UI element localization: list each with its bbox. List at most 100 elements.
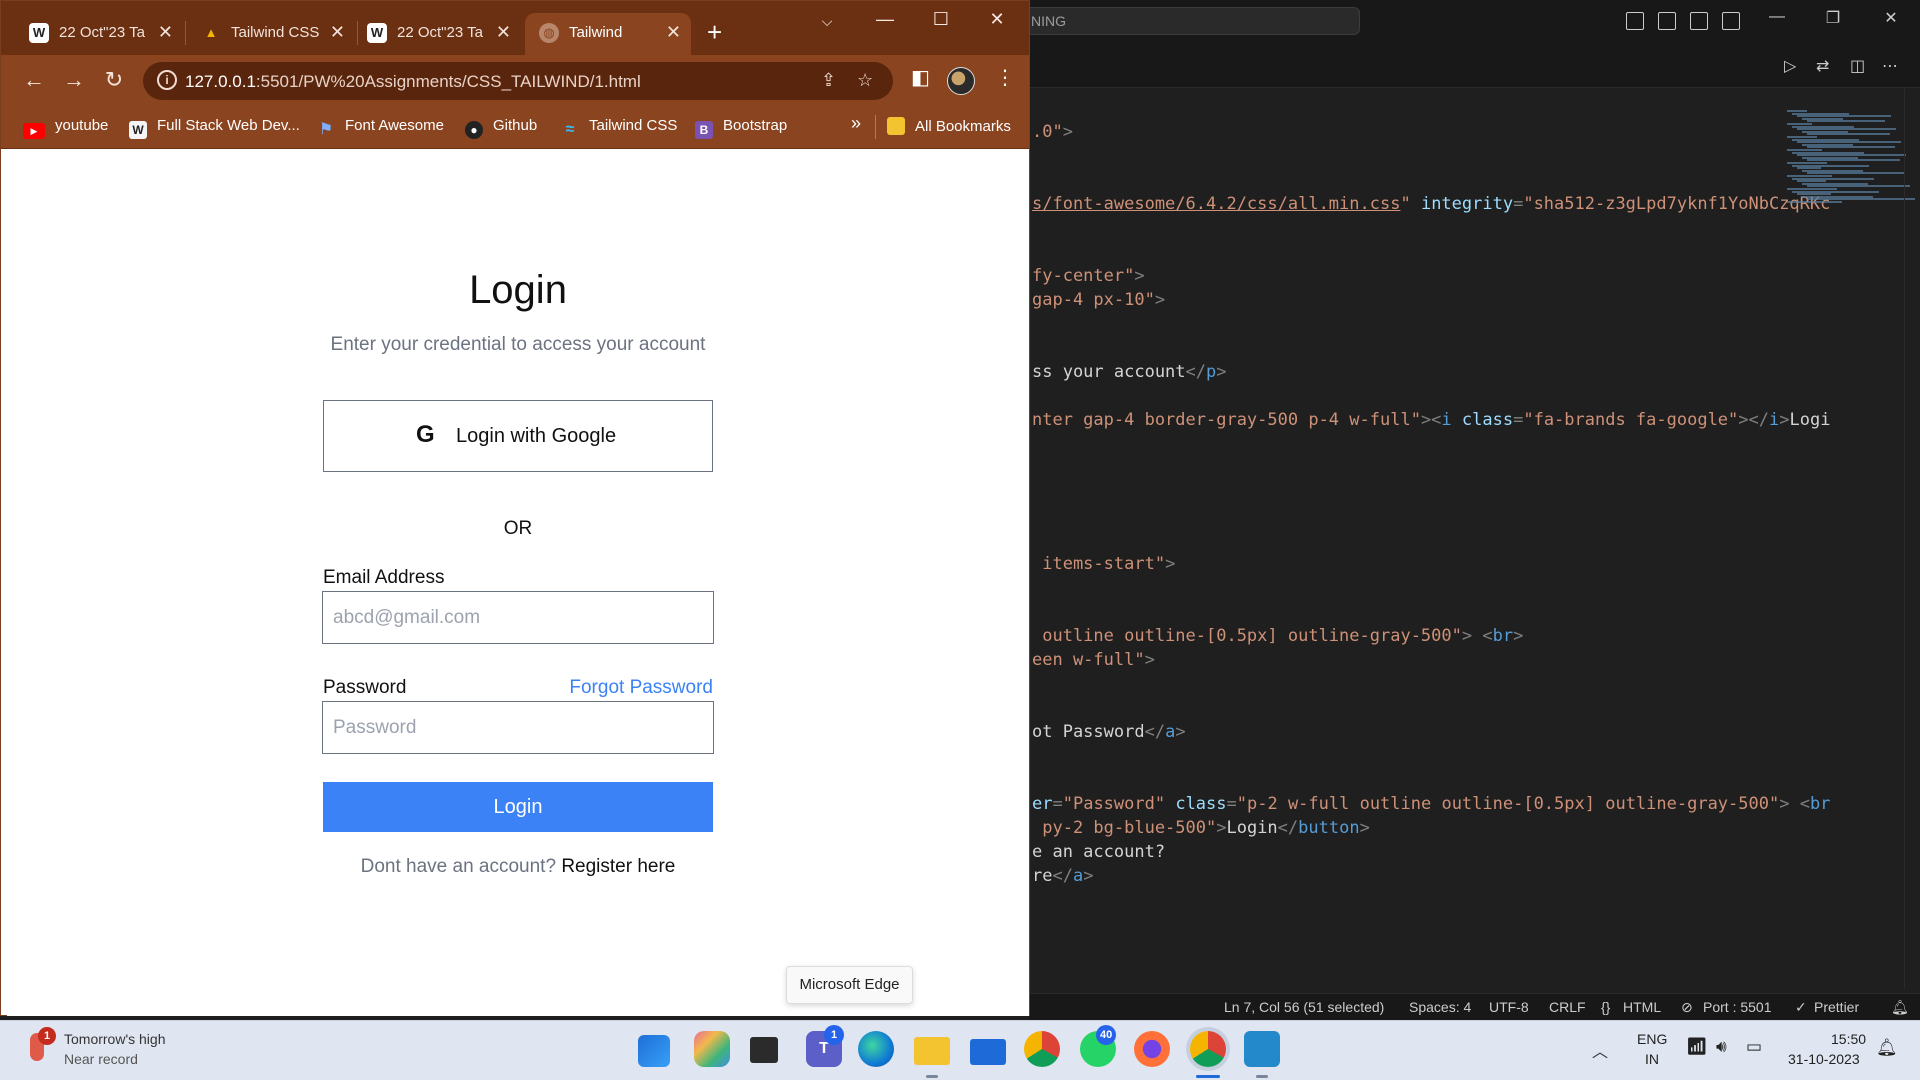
share-icon[interactable]: ⇪ [821,70,836,91]
tab-22-oct-1[interactable]: W 22 Oct"23 Ta ✕ [15,13,183,55]
notification-bell-icon[interactable]: 🔔︎ [1876,1038,1898,1058]
email-field[interactable] [322,591,714,644]
prettier-status[interactable]: Prettier [1814,999,1859,1015]
code-line[interactable]: fy-center"> [1032,266,1145,286]
weather-subtitle[interactable]: Near record [64,1051,138,1067]
bookmark-star-icon[interactable]: ☆ [857,70,873,91]
end-of-line[interactable]: CRLF [1549,999,1586,1015]
page-subtitle: Enter your credential to access your acc… [330,334,706,355]
vscode-close-icon[interactable]: ✕ [1876,8,1906,28]
bookmark-bootstrap[interactable]: B Bootstrap [695,117,787,139]
wifi-icon[interactable]: 📶︎ [1686,1037,1708,1057]
file-explorer-icon[interactable] [914,1037,950,1065]
live-server-port[interactable]: Port : 5501 [1703,999,1772,1015]
start-icon[interactable] [638,1035,670,1067]
run-icon[interactable]: ▷ [1784,56,1796,76]
code-line[interactable]: nter gap-4 border-gray-500 p-4 w-full"><… [1032,410,1830,430]
code-line[interactable]: items-start"> [1032,554,1175,574]
close-tab-icon[interactable]: ✕ [158,22,173,43]
code-line[interactable]: ot Password</a> [1032,722,1186,742]
vscode-statusbar: Ln 7, Col 56 (51 selected) Spaces: 4 UTF… [1029,993,1920,1020]
vscode-command-center[interactable]: NING [1029,7,1360,35]
language-indicator[interactable]: ENG [1637,1031,1667,1047]
back-icon[interactable]: ← [19,67,49,93]
toggle-primary-sidebar-icon[interactable] [1626,12,1644,30]
toggle-secondary-sidebar-icon[interactable] [1690,12,1708,30]
bookmark-font-awesome[interactable]: ⚑ Font Awesome [317,117,444,139]
code-line[interactable]: outline outline-[0.5px] outline-gray-500… [1032,626,1523,646]
vscode-icon[interactable] [1244,1031,1280,1067]
profile-avatar[interactable] [947,67,975,95]
register-link[interactable]: Register here [561,856,675,877]
url-text[interactable]: 127.0.0.1:5501/PW%20Assignments/CSS_TAIL… [185,72,641,92]
tab-tailwind-css[interactable]: ▲ Tailwind CSS ✕ [187,13,355,55]
close-window-icon[interactable]: ✕ [977,9,1017,30]
chrome-icon[interactable] [1024,1031,1060,1067]
maximize-icon[interactable]: ☐ [921,9,961,30]
vscode-minimize-icon[interactable]: — [1762,8,1792,26]
vscode-restore-icon[interactable]: ❐ [1818,8,1848,28]
bookmark-tailwind[interactable]: ≈ Tailwind CSS [561,117,678,139]
site-info-icon[interactable]: i [157,70,177,90]
bell-icon[interactable]: 🔔︎ [1891,999,1909,1016]
language-mode[interactable]: HTML [1623,999,1661,1015]
code-line[interactable]: s/font-awesome/6.4.2/css/all.min.css" in… [1032,194,1830,214]
battery-icon[interactable]: ▭ [1746,1037,1762,1057]
clock-time[interactable]: 15:50 [1831,1031,1866,1047]
more-bookmarks-chevron[interactable]: » [851,113,861,134]
show-hidden-icons-chevron[interactable]: ︿ [1592,1038,1608,1062]
reload-icon[interactable]: ↻ [99,67,129,93]
encoding[interactable]: UTF-8 [1489,999,1529,1015]
all-bookmarks-folder[interactable]: All Bookmarks [887,117,1011,135]
language-region[interactable]: IN [1645,1051,1659,1067]
minimap[interactable] [1781,110,1915,210]
login-button[interactable]: Login [323,782,713,832]
minimize-icon[interactable]: — [865,9,905,30]
chrome-profile-icon[interactable] [1190,1031,1226,1067]
minimap-line [1807,133,1890,136]
close-tab-icon[interactable]: ✕ [496,22,511,43]
indentation[interactable]: Spaces: 4 [1409,999,1471,1015]
edge-icon[interactable] [858,1031,894,1067]
split-editor-icon[interactable]: ◫ [1850,56,1865,76]
toggle-panel-icon[interactable] [1658,12,1676,30]
tab-tailwind-active[interactable]: ◍ Tailwind ✕ [525,13,691,55]
chrome-menu-icon[interactable]: ⋮ [995,65,1015,90]
forward-icon[interactable]: → [59,67,89,93]
tab-22-oct-2[interactable]: W 22 Oct"23 Ta ✕ [353,13,521,55]
bookmark-full-stack[interactable]: W Full Stack Web Dev... [129,117,300,139]
code-line[interactable]: re</a> [1032,866,1093,886]
code-line[interactable]: er="Password" class="p-2 w-full outline … [1032,794,1830,814]
volume-icon[interactable]: 🔊︎ [1716,1037,1727,1057]
close-tab-icon[interactable]: ✕ [330,22,345,43]
close-tab-icon[interactable]: ✕ [666,22,681,43]
tab-search-chevron-icon[interactable]: ⌵ [807,13,847,30]
github-icon: ● [465,121,483,139]
code-editor[interactable]: .0"> s/font-awesome/6.4.2/css/all.min.css… [1029,89,1830,988]
password-field[interactable] [322,701,714,754]
forgot-password-link[interactable]: Forgot Password [565,677,713,699]
code-line[interactable]: ss your account</p> [1032,362,1227,382]
code-line[interactable]: .0"> [1032,122,1073,142]
weather-title[interactable]: Tomorrow's high [64,1031,166,1047]
new-tab-button[interactable]: + [707,17,722,48]
open-changes-icon[interactable]: ⇄ [1816,56,1829,76]
more-actions-icon[interactable]: ⋯ [1882,56,1898,76]
login-with-google-button[interactable]: G Login with Google [323,400,713,472]
mail-icon[interactable] [970,1039,1006,1065]
copilot-icon[interactable] [694,1031,730,1067]
cursor-position[interactable]: Ln 7, Col 56 (51 selected) [1224,999,1384,1015]
bookmark-youtube[interactable]: ▶ youtube [23,117,108,139]
side-panel-icon[interactable]: ◧ [911,65,930,90]
editor-scrollbar[interactable] [1904,89,1920,988]
code-line[interactable]: een w-full"> [1032,650,1155,670]
code-line[interactable]: py-2 bg-blue-500">Login</button> [1032,818,1370,838]
bookmark-github[interactable]: ● Github [465,117,537,139]
clock-date[interactable]: 31-10-2023 [1788,1051,1860,1067]
customize-layout-icon[interactable] [1722,12,1740,30]
task-view-icon[interactable] [750,1037,778,1063]
code-line[interactable]: e an account? [1032,842,1165,862]
firefox-icon[interactable] [1134,1031,1170,1067]
code-line[interactable]: gap-4 px-10"> [1032,290,1165,310]
address-bar[interactable]: i 127.0.0.1:5501/PW%20Assignments/CSS_TA… [143,62,893,100]
